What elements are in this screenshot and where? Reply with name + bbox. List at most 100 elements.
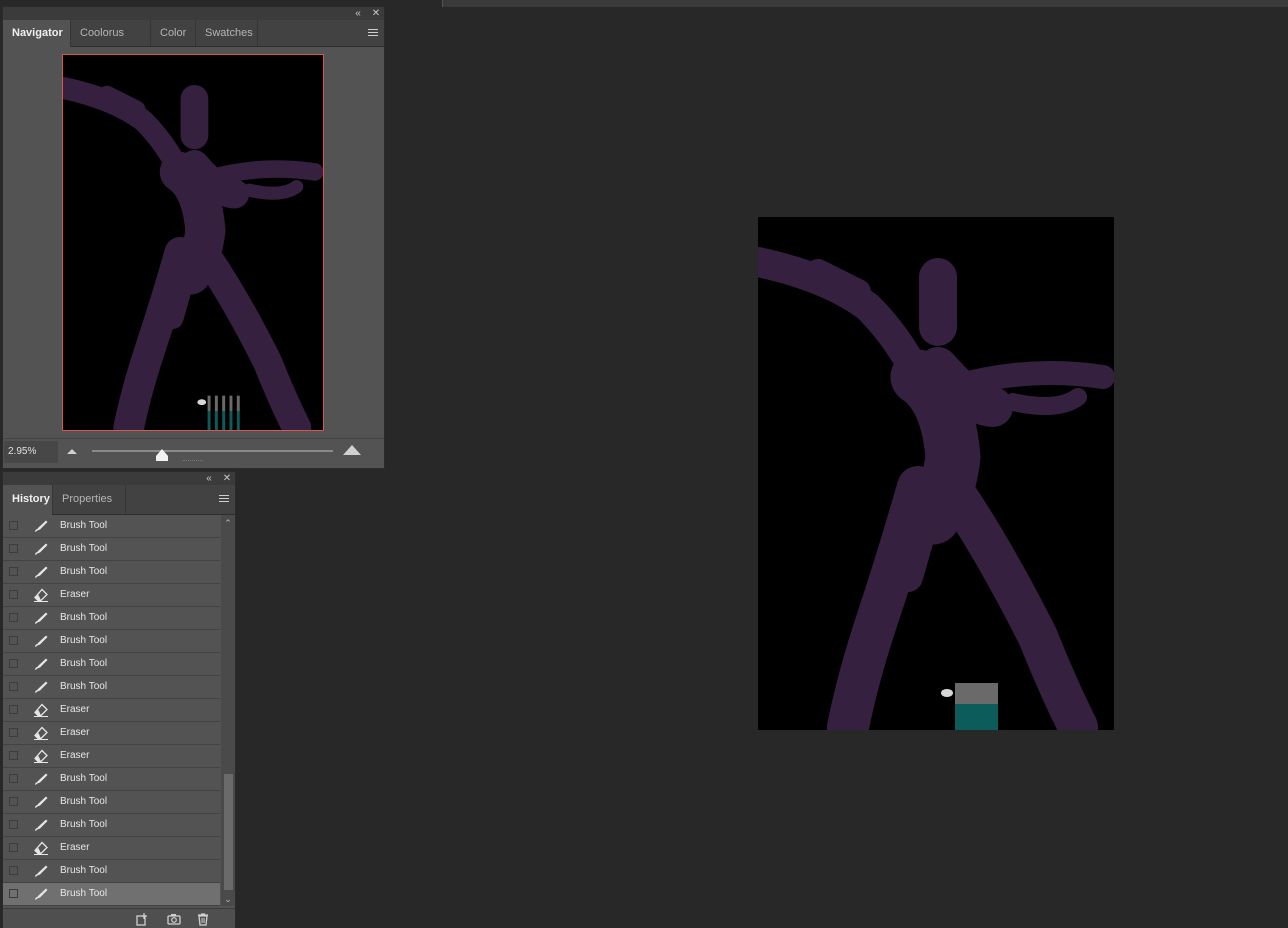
- history-state-row[interactable]: Eraser: [3, 699, 220, 722]
- history-state-row[interactable]: Eraser: [3, 722, 220, 745]
- history-state-row[interactable]: Brush Tool: [3, 515, 220, 538]
- history-state-label: Brush Tool: [60, 773, 108, 784]
- panel-title-bar[interactable]: « ✕: [3, 472, 235, 485]
- camera-snapshot-icon[interactable]: [167, 912, 181, 926]
- zoom-slider-track[interactable]: [92, 450, 333, 452]
- snapshot-source-checkbox[interactable]: [9, 889, 18, 898]
- eraser-icon: [33, 749, 49, 763]
- navigator-preview[interactable]: [62, 54, 324, 431]
- panel-menu-icon[interactable]: [368, 29, 378, 37]
- snapshot-source-checkbox[interactable]: [9, 705, 18, 714]
- snapshot-source-checkbox[interactable]: [9, 613, 18, 622]
- snapshot-source-checkbox[interactable]: [9, 866, 18, 875]
- history-state-label: Brush Tool: [60, 520, 108, 531]
- history-state-row[interactable]: Brush Tool: [3, 607, 220, 630]
- history-state-row[interactable]: Brush Tool: [3, 768, 220, 791]
- document-canvas[interactable]: [758, 217, 1114, 730]
- close-icon[interactable]: ✕: [369, 7, 383, 20]
- snapshot-source-checkbox[interactable]: [9, 544, 18, 553]
- brush-icon: [33, 795, 49, 809]
- thumb-bar-teal: [222, 410, 226, 430]
- collapse-icon[interactable]: «: [202, 472, 216, 485]
- history-state-row[interactable]: Brush Tool: [3, 676, 220, 699]
- history-state-row[interactable]: Eraser: [3, 745, 220, 768]
- scroll-down-icon[interactable]: ⌄: [223, 894, 233, 904]
- brush-icon: [33, 565, 49, 579]
- history-state-row[interactable]: Brush Tool: [3, 653, 220, 676]
- history-state-row[interactable]: Brush Tool: [3, 791, 220, 814]
- history-state-row[interactable]: Brush Tool: [3, 883, 220, 906]
- tab-color[interactable]: Color: [151, 20, 196, 46]
- history-state-label: Brush Tool: [60, 865, 108, 876]
- scroll-up-icon[interactable]: ⌃: [223, 518, 233, 528]
- snapshot-source-checkbox[interactable]: [9, 751, 18, 760]
- snapshot-source-checkbox[interactable]: [9, 521, 18, 530]
- zoom-slider-thumb[interactable]: [155, 449, 168, 461]
- history-state-label: Eraser: [60, 842, 90, 853]
- snapshot-source-checkbox[interactable]: [9, 797, 18, 806]
- tab-properties[interactable]: Properties: [53, 485, 126, 514]
- snapshot-source-checkbox[interactable]: [9, 567, 18, 576]
- thumb-bar-gray: [236, 395, 240, 411]
- snapshot-source-checkbox[interactable]: [9, 843, 18, 852]
- snapshot-source-checkbox[interactable]: [9, 636, 18, 645]
- thumb-bar-gray: [229, 395, 233, 411]
- zoom-out-icon[interactable]: [67, 448, 77, 454]
- history-state-label: Eraser: [60, 750, 90, 761]
- thumb-bar-gray: [222, 395, 226, 411]
- brush-icon: [33, 680, 49, 694]
- snapshot-source-checkbox[interactable]: [9, 774, 18, 783]
- tab-coolorus[interactable]: Coolorus 2.5: [71, 20, 151, 65]
- history-state-label: Eraser: [60, 727, 90, 738]
- history-state-label: Brush Tool: [60, 566, 108, 577]
- tab-navigator[interactable]: Navigator: [3, 20, 71, 47]
- scroll-thumb[interactable]: [224, 774, 233, 890]
- panel-title-bar[interactable]: « ✕: [3, 7, 384, 20]
- canvas-artwork: [758, 247, 1114, 730]
- panel-menu-icon[interactable]: [219, 495, 229, 503]
- history-state-label: Eraser: [60, 704, 90, 715]
- history-state-label: Brush Tool: [60, 796, 108, 807]
- snapshot-source-checkbox[interactable]: [9, 820, 18, 829]
- thumb-bar-teal: [236, 410, 240, 430]
- history-state-label: Brush Tool: [60, 635, 108, 646]
- panel-resize-grip[interactable]: [183, 460, 203, 464]
- history-state-label: Brush Tool: [60, 888, 108, 899]
- new-document-from-state-icon[interactable]: [135, 912, 149, 926]
- history-tab-bar: History Properties: [3, 485, 235, 515]
- navigator-panel: « ✕ Navigator Coolorus 2.5 Color Swatche…: [2, 6, 385, 469]
- history-state-row[interactable]: Brush Tool: [3, 814, 220, 837]
- trash-icon[interactable]: [196, 912, 210, 926]
- history-state-row[interactable]: Eraser: [3, 584, 220, 607]
- snapshot-source-checkbox[interactable]: [9, 590, 18, 599]
- brush-icon: [33, 657, 49, 671]
- eraser-icon: [33, 588, 49, 602]
- history-state-row[interactable]: Brush Tool: [3, 630, 220, 653]
- history-state-row[interactable]: Eraser: [3, 837, 220, 860]
- snapshot-source-checkbox[interactable]: [9, 682, 18, 691]
- thumb-bar-gray: [214, 395, 218, 411]
- collapse-icon[interactable]: «: [351, 7, 365, 20]
- tab-history[interactable]: History: [3, 485, 53, 515]
- eraser-icon: [33, 726, 49, 740]
- history-panel: « ✕ History Properties Brush Tool Brush T…: [2, 471, 236, 928]
- zoom-percent-field[interactable]: 2.95%: [4, 441, 58, 463]
- document-tab-strip: [442, 0, 1288, 7]
- history-state-row[interactable]: Brush Tool: [3, 860, 220, 883]
- snapshot-source-checkbox[interactable]: [9, 728, 18, 737]
- thumb-bar-gray: [207, 395, 211, 411]
- history-scrollbar[interactable]: ⌃ ⌄: [221, 515, 235, 906]
- snapshot-source-checkbox[interactable]: [9, 659, 18, 668]
- navigator-artwork: [63, 76, 323, 430]
- history-state-label: Brush Tool: [60, 543, 108, 554]
- zoom-in-icon[interactable]: [343, 445, 361, 455]
- eraser-icon: [33, 703, 49, 717]
- brush-icon: [33, 519, 49, 533]
- close-icon[interactable]: ✕: [220, 472, 234, 485]
- history-state-row[interactable]: Brush Tool: [3, 561, 220, 584]
- history-state-row[interactable]: Brush Tool: [3, 538, 220, 561]
- tab-swatches[interactable]: Swatches: [196, 20, 258, 46]
- thumb-bar-teal: [207, 410, 211, 430]
- eraser-icon: [33, 841, 49, 855]
- history-footer: [3, 908, 235, 928]
